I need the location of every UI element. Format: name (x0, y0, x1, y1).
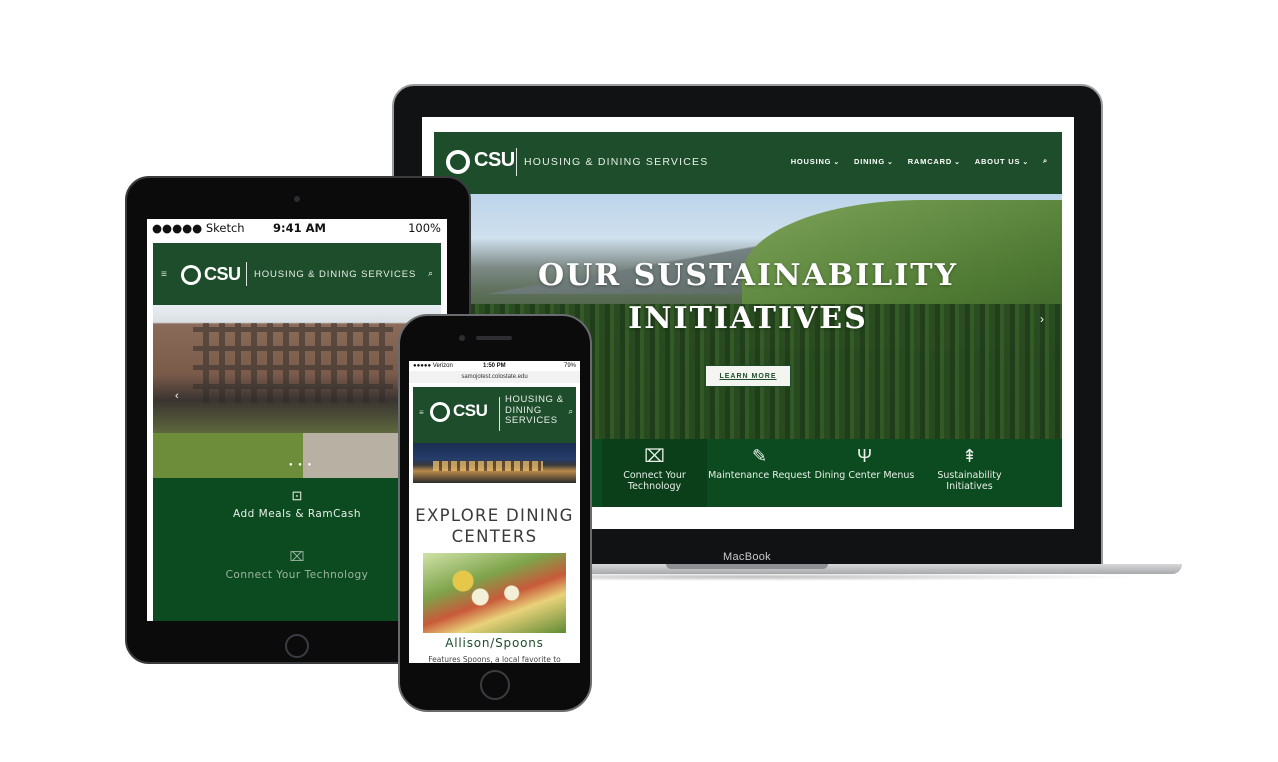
dining-center-description: Features Spoons, a local favorite to (428, 655, 561, 663)
carousel-dots[interactable]: ● ● ● (289, 462, 313, 468)
battery-level: 79% (563, 363, 576, 369)
dining-center-photo[interactable] (423, 553, 566, 633)
chevron-down-icon: ⌄ (887, 158, 894, 166)
nav-about-us[interactable]: ABOUT US ⌄ (975, 157, 1029, 166)
site-subtitle[interactable]: HOUSING & DINING SERVICES (254, 269, 416, 280)
building-windows (193, 323, 393, 403)
nav-about-us-label: ABOUT US (974, 156, 1021, 166)
hamburger-menu-icon[interactable]: ≡ (161, 269, 167, 280)
quick-link-label: Connect Your Technology (623, 470, 686, 492)
quick-link-label: Sustainability Initiatives (937, 470, 1002, 492)
nav-dining-label: DINING (853, 156, 886, 166)
site-subtitle[interactable]: HOUSING & DINING SERVICES (505, 394, 565, 427)
quick-link-sustainability[interactable]: ⇞ Sustainability Initiatives (917, 439, 1022, 507)
logo-divider (246, 262, 247, 286)
nav-ramcard-label: RAMCARD (907, 156, 953, 166)
wrench-icon: ✎ (751, 446, 768, 466)
carrier-signal: ●●●●● Verizon (413, 363, 453, 369)
chevron-down-icon: ⌄ (1022, 158, 1029, 166)
nav-dining[interactable]: DINING ⌄ (854, 157, 894, 166)
laptop-notch (666, 564, 828, 569)
search-icon[interactable]: ⌕ (1043, 156, 1048, 166)
phone-camera (459, 335, 465, 341)
site-header: ≡ CSU HOUSING & DINING SERVICES ⌕ (153, 243, 441, 305)
status-time: 9:41 AM (273, 221, 326, 235)
fork-knife-icon: Ψ (856, 446, 873, 466)
site-subtitle[interactable]: HOUSING & DINING SERVICES (524, 156, 708, 168)
ram-logo-icon[interactable] (446, 150, 470, 174)
nav-ramcard[interactable]: RAMCARD ⌄ (908, 157, 961, 166)
tablet-camera (294, 196, 300, 202)
phone-speaker (476, 336, 512, 340)
building-lights (433, 461, 543, 471)
tree-icon: ⇞ (961, 446, 978, 466)
phone-screen: ●●●●● Verizon 1:50 PM 79% samojotest.col… (409, 361, 580, 663)
chevron-down-icon: ⌄ (833, 158, 840, 166)
quick-link-technology[interactable]: ⌧ Connect Your Technology (602, 439, 707, 507)
phone-home-button[interactable] (480, 670, 510, 700)
carrier-signal: ●●●●● Sketch (152, 221, 245, 235)
logo-divider (499, 397, 500, 431)
carousel-next-icon[interactable]: › (1040, 312, 1044, 326)
site-header: CSU HOUSING & DINING SERVICES HOUSING ⌄ D… (434, 132, 1062, 194)
hamburger-menu-icon[interactable]: ≡ (419, 408, 424, 417)
site-header: ≡ CSU HOUSING & DINING SERVICES ⌕ (413, 387, 576, 443)
laptop-brand-label: MacBook (723, 551, 771, 563)
tablet-status-bar: ●●●●● Sketch 9:41 AM 100% (147, 219, 447, 237)
nav-housing[interactable]: HOUSING ⌄ (791, 157, 840, 166)
nav-housing-label: HOUSING (790, 156, 832, 166)
chevron-down-icon: ⌄ (954, 158, 961, 166)
status-time: 1:50 PM (483, 363, 506, 369)
dining-center-name[interactable]: Allison/Spoons (409, 636, 580, 650)
hero-photo (413, 443, 576, 483)
ram-logo-icon[interactable] (430, 402, 450, 422)
battery-level: 100% (408, 221, 441, 235)
quick-link-label: Dining Center Menus (814, 470, 915, 481)
learn-more-button[interactable]: LEARN MORE (705, 365, 791, 387)
quick-link-label: Maintenance Request (708, 470, 811, 481)
ram-logo-icon[interactable] (181, 265, 201, 285)
search-icon[interactable]: ⌕ (569, 407, 573, 417)
address-bar[interactable]: samojotest.colostate.edu (409, 371, 580, 383)
search-icon[interactable]: ⌕ (428, 268, 433, 279)
csu-logo-text[interactable]: CSU (474, 149, 515, 172)
csu-logo-text[interactable]: CSU (453, 401, 488, 421)
phone-status-bar: ●●●●● Verizon 1:50 PM 79% (409, 361, 580, 371)
tablet-home-button[interactable] (285, 634, 309, 658)
quick-link-menus[interactable]: Ψ Dining Center Menus (812, 439, 917, 507)
carousel-prev-icon[interactable]: ‹ (175, 390, 179, 402)
csu-logo-text[interactable]: CSU (204, 264, 241, 285)
monitor-icon: ⌧ (644, 446, 665, 466)
section-title: EXPLORE DINING CENTERS (415, 506, 574, 546)
main-nav: HOUSING ⌄ DINING ⌄ RAMCARD ⌄ ABOUT US ⌄ ⌕ (791, 156, 1048, 166)
quick-link-maintenance[interactable]: ✎ Maintenance Request (707, 439, 812, 507)
hero-title-line1: OUR SUSTAINABILITY (537, 258, 959, 293)
logo-divider (516, 148, 517, 176)
